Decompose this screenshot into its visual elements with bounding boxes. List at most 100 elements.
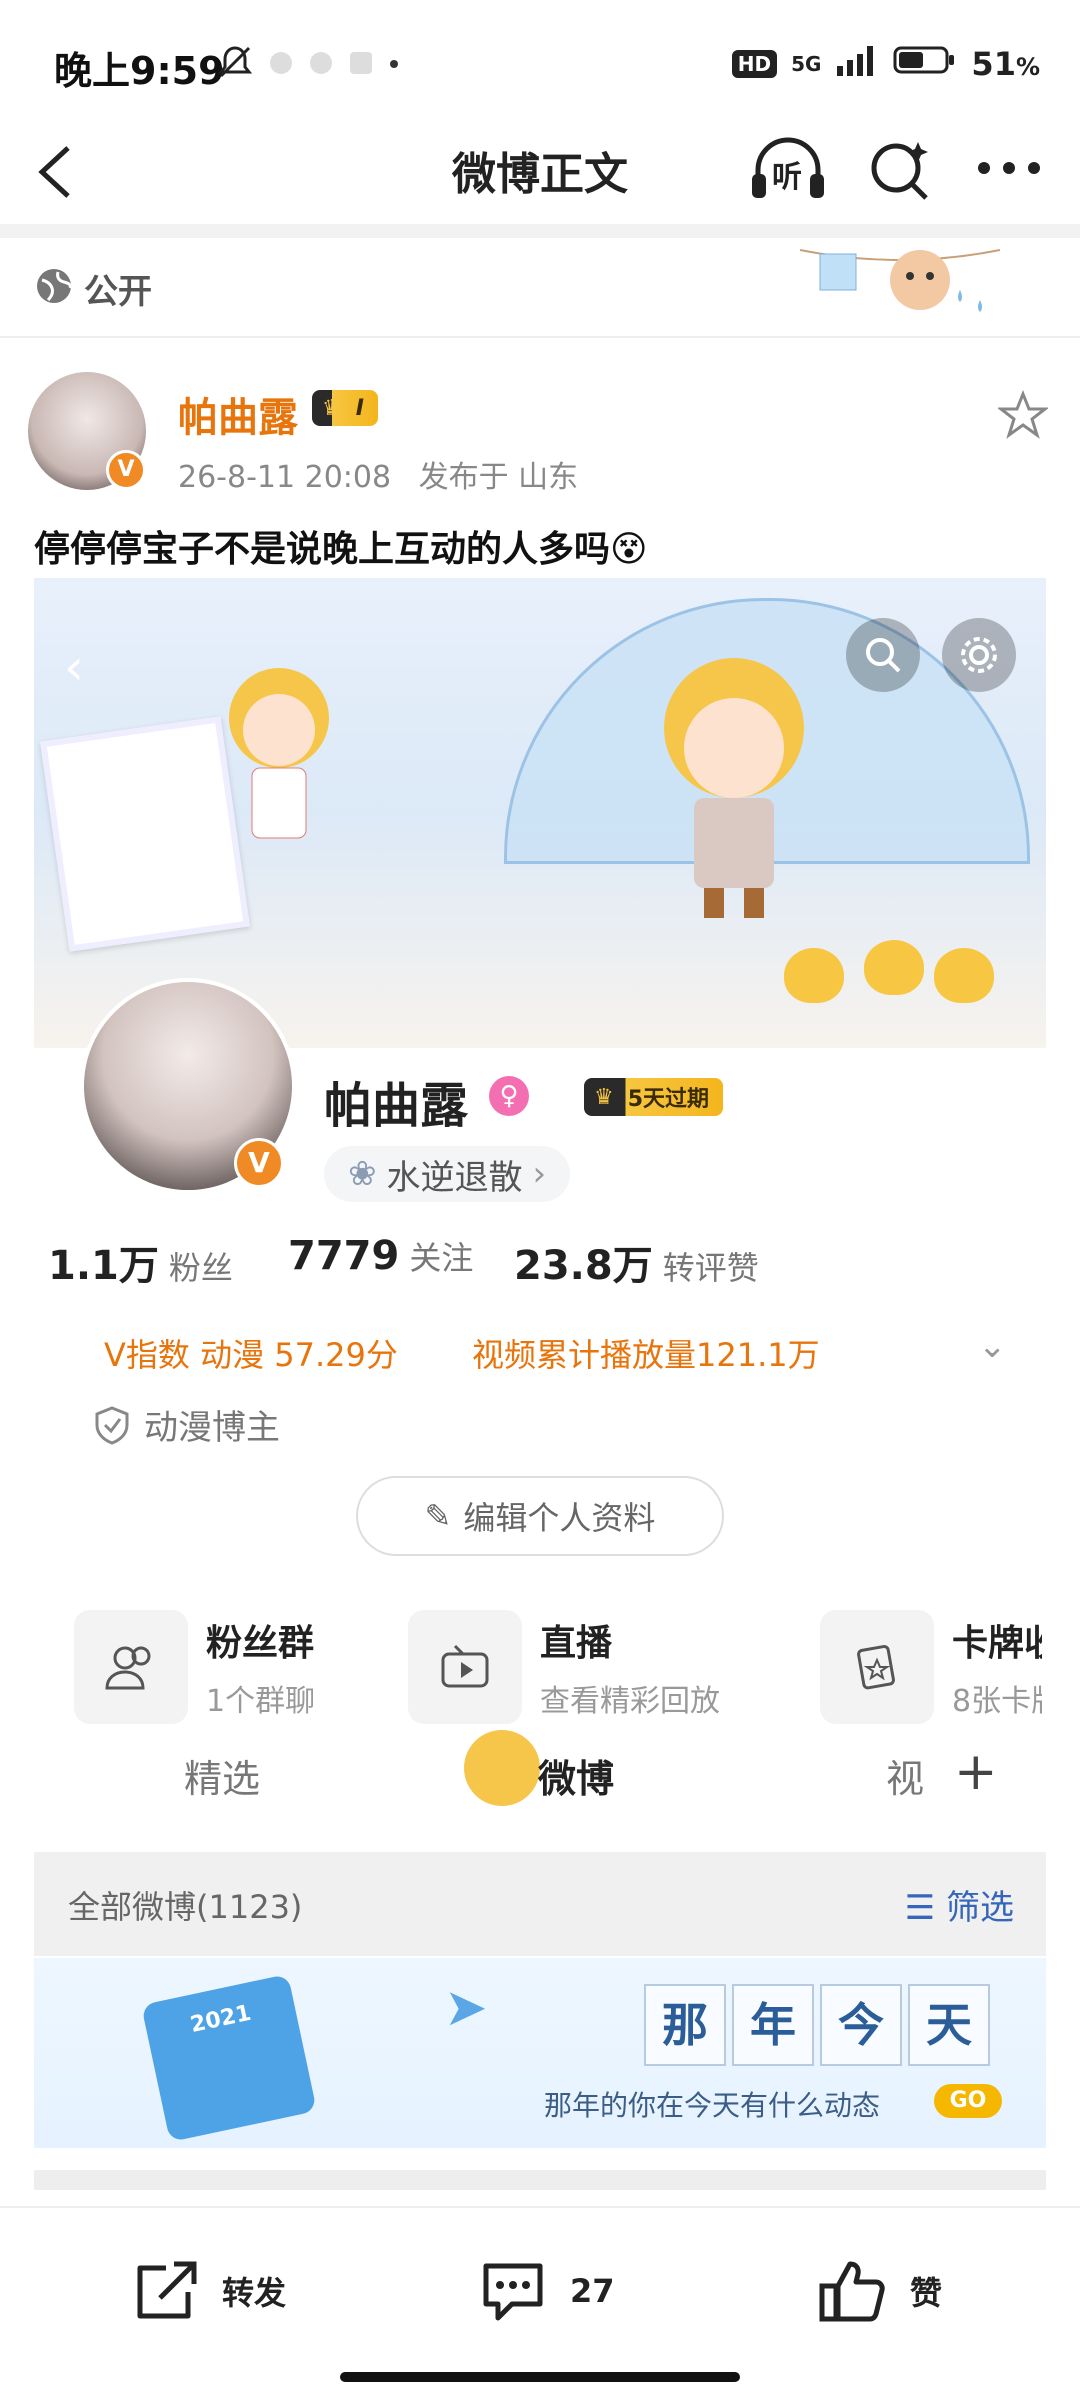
calendar-year: 2021 — [188, 2000, 254, 2038]
card-sub: 8张卡牌 — [952, 1684, 1042, 1719]
battery-unit: % — [1015, 53, 1040, 81]
vip-crown-badge[interactable]: ♛ I — [312, 390, 378, 426]
home-indicator[interactable] — [340, 2372, 740, 2382]
duck-illustration — [784, 948, 844, 1003]
battery-level: 51 — [971, 45, 1016, 83]
promo-subtitle: 那年的你在今天有什么动态 — [544, 2089, 881, 2122]
stat-label: 关注 — [409, 1239, 474, 1277]
profile-tabs: 精选 微博 视 + — [34, 1726, 1046, 1826]
memory-banner: 2021 ➤ 那 年 今 天 那年的你在今天有什么动态 GO — [34, 1958, 1046, 2148]
v-index: V指数 动漫 57.29分 — [104, 1336, 398, 1374]
people-icon — [74, 1610, 188, 1724]
repost-button[interactable]: 转发 — [130, 2258, 286, 2324]
share-arrow-icon — [137, 2261, 197, 2319]
card-title: 卡牌收 — [952, 1623, 1042, 1664]
repost-label: 转发 — [222, 2274, 287, 2312]
search-button[interactable] — [866, 136, 936, 210]
paper-plane-icon: ➤ — [444, 1978, 488, 2038]
girl-small-illustration — [229, 668, 329, 839]
duck-illustration — [934, 948, 994, 1003]
card-star-icon — [820, 1610, 934, 1724]
post-meta: 26-8-11 20:08 发布于 山东 — [178, 452, 578, 496]
tab-video: 视 — [886, 1757, 925, 1801]
like-label: 赞 — [910, 2274, 943, 2312]
tab-weibo: 微博 — [538, 1757, 615, 1801]
filter-icon: ☰ — [904, 1888, 936, 1928]
chevron-right-icon: › — [532, 1154, 547, 1194]
visibility-label: 公开 — [84, 272, 152, 312]
crown-icon: ♛ — [322, 395, 342, 421]
verified-badge-icon: V — [234, 1138, 284, 1188]
stat-label: 粉丝 — [168, 1249, 233, 1287]
all-weibo-count: 全部微博(1123) — [68, 1888, 303, 1926]
post-text: 停停停宝子不是说晚上互动的人多吗😵 — [34, 529, 648, 570]
chevron-down-icon: ⌄ — [978, 1326, 1007, 1366]
listen-button[interactable]: 听 — [748, 134, 828, 210]
star-icon — [996, 389, 1050, 439]
nav-bar: 微博正文 听 — [0, 120, 1080, 225]
lotus-icon: ❀ — [348, 1154, 377, 1194]
post-image[interactable]: ‹ V 帕曲露 ♀ ♛ 5天过期 ❀ 水逆退散 › 1.1万 粉丝 7779 关注 … — [34, 578, 1046, 2190]
shield-icon — [95, 1405, 129, 1445]
status-bar: 晚上9:59 HD 5G 51% — [0, 0, 1080, 130]
post-date: 26-8-11 20:08 — [178, 460, 392, 495]
stat-value: 1.1万 — [48, 1243, 159, 1289]
clock: 晚上9:59 — [54, 49, 225, 93]
filter-label: 筛选 — [946, 1888, 1014, 1928]
promo-char: 今 — [820, 1984, 902, 2066]
globe-icon — [34, 266, 74, 310]
card-collection: 卡牌收 8张卡牌 — [820, 1610, 1042, 1724]
image-bottom-strip — [34, 2170, 1046, 2190]
more-dots-icon — [978, 162, 1040, 174]
edit-profile-button: ✎ 编辑个人资料 — [356, 1476, 724, 1556]
filter-control: ☰ 筛选 — [905, 1880, 1014, 1929]
favorite-button[interactable] — [996, 389, 1050, 444]
post-location: 发布于 山东 — [418, 460, 579, 495]
stat-label: 转评赞 — [662, 1249, 759, 1287]
mute-icon — [215, 42, 255, 86]
promo-char: 那 — [644, 1984, 726, 2066]
female-icon: ♀ — [489, 1076, 529, 1116]
vip-expiry-text: 5天过期 — [627, 1087, 710, 1112]
more-button[interactable] — [974, 158, 1044, 182]
card-sub: 查看精彩回放 — [540, 1684, 720, 1719]
school-tag: ❀ 水逆退散 › — [324, 1146, 571, 1202]
promo-char: 天 — [908, 1984, 990, 2066]
listen-label: 听 — [772, 160, 802, 195]
pencil-icon: ✎ — [424, 1497, 452, 1535]
search-sparkle-icon — [871, 142, 928, 200]
shot-search-icon — [846, 618, 920, 692]
comment-button[interactable]: 27 — [478, 2258, 615, 2324]
stat-value: 23.8万 — [514, 1243, 653, 1289]
identity-tag: 动漫博主 — [94, 1400, 280, 1449]
vip-level: I — [355, 395, 364, 421]
signal-icon — [835, 44, 879, 84]
card-sub: 1个群聊 — [206, 1684, 316, 1719]
girl-illustration — [664, 658, 804, 918]
card-title: 直播 — [540, 1623, 613, 1664]
tab-featured: 精选 — [184, 1757, 261, 1801]
verified-badge-icon: V — [106, 450, 146, 490]
vip-expiry-badge: ♛ 5天过期 — [584, 1078, 724, 1116]
shot-settings-icon — [942, 618, 1016, 692]
tab-mascot-icon — [464, 1730, 540, 1806]
add-tab-icon: + — [954, 1742, 998, 1802]
stat-value: 7779 — [288, 1233, 400, 1279]
author-name[interactable]: 帕曲露 — [178, 385, 298, 443]
calendar-illustration: 2021 — [141, 1973, 317, 2143]
like-button[interactable]: 赞 — [818, 2258, 942, 2324]
profile-name: 帕曲露 — [324, 1078, 469, 1134]
promo-char: 年 — [732, 1984, 814, 2066]
edit-profile-label: 编辑个人资料 — [463, 1499, 656, 1537]
notification-icons — [270, 52, 398, 74]
hd-badge: HD — [731, 50, 778, 78]
duck-illustration — [864, 940, 924, 995]
identity-label: 动漫博主 — [144, 1408, 280, 1448]
card-live: 直播 查看精彩回放 — [408, 1610, 720, 1724]
filter-bar: 全部微博(1123) ☰ 筛选 — [34, 1852, 1046, 1956]
comment-count: 27 — [570, 2272, 615, 2310]
shot-back-icon: ‹ — [64, 638, 84, 696]
comment-bubble-icon — [483, 2263, 543, 2321]
stat-following: 7779 关注 — [288, 1233, 473, 1279]
school-label: 水逆退散 — [386, 1157, 523, 1198]
